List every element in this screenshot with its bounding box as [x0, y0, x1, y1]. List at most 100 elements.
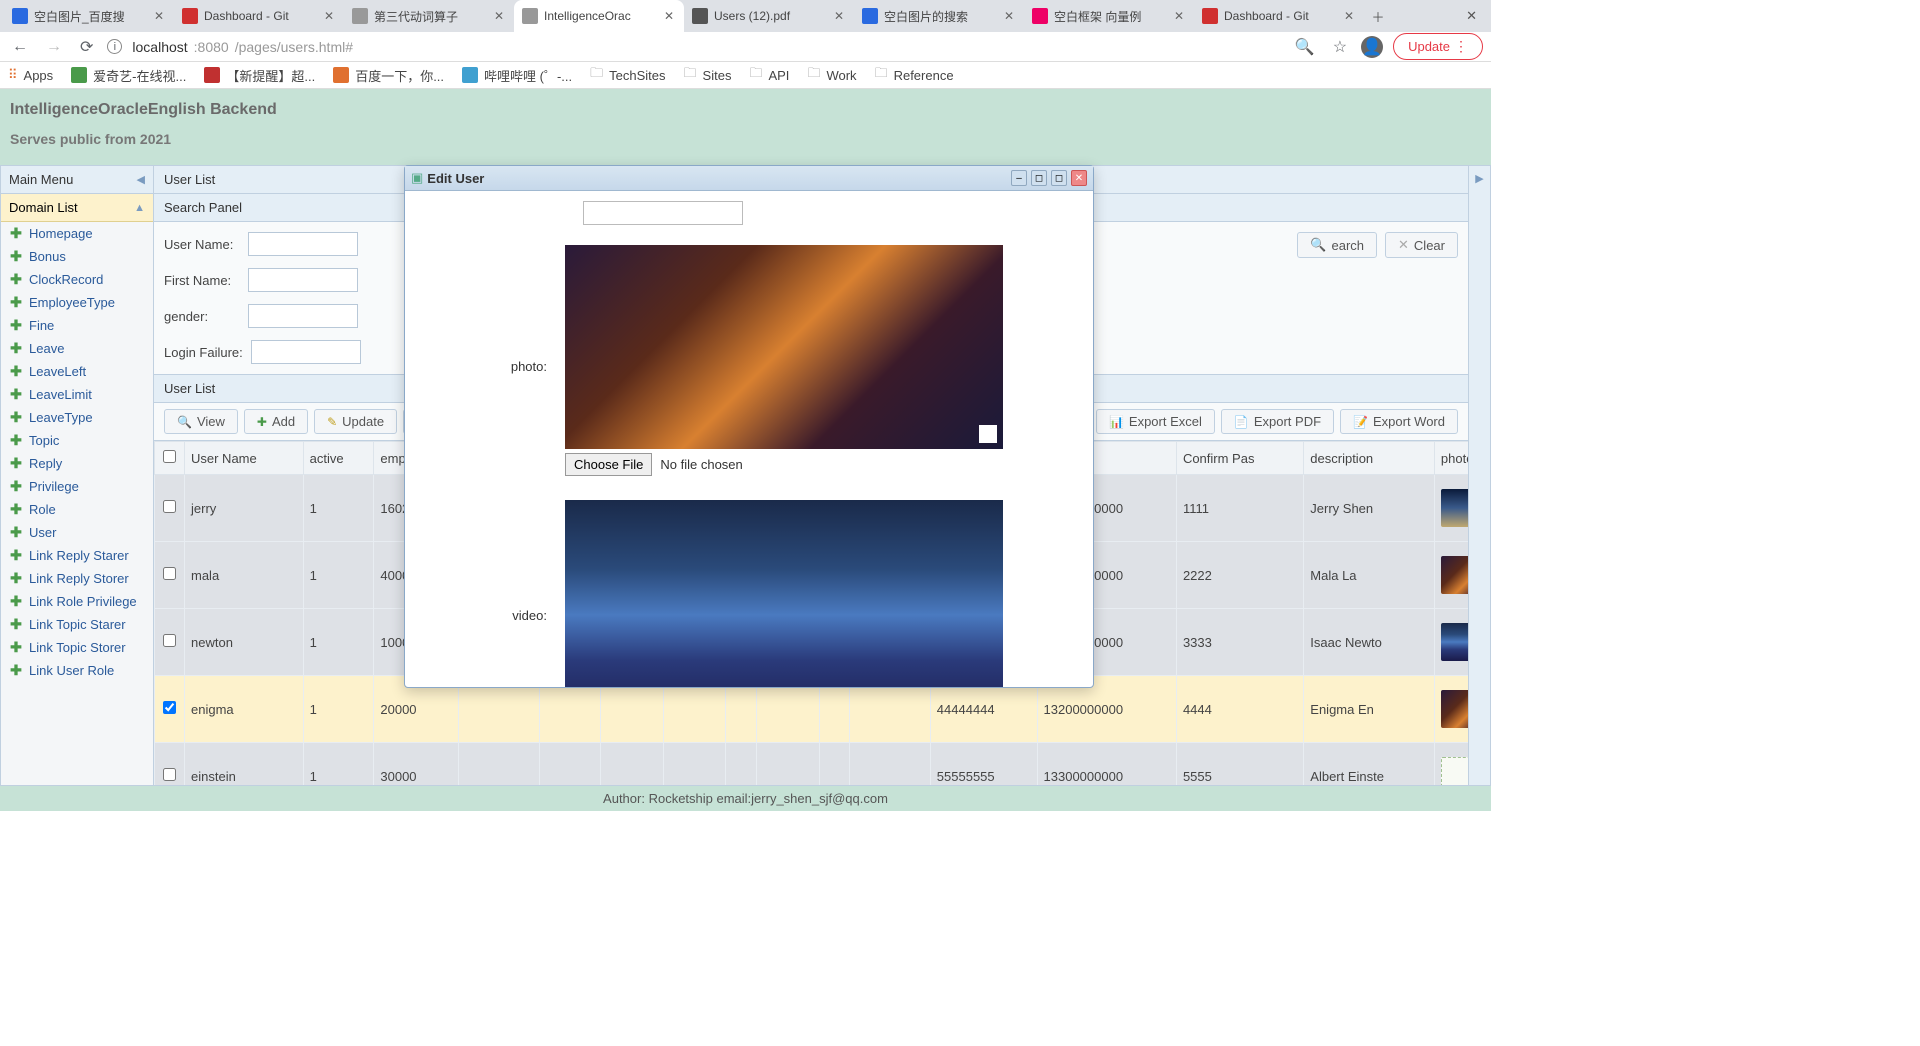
bookmark-folder[interactable]: 🗀Reference — [875, 64, 954, 86]
search-button[interactable]: 🔍earch — [1297, 232, 1377, 258]
text-input[interactable] — [583, 201, 743, 225]
column-header[interactable]: Confirm Pas — [1176, 442, 1303, 475]
sidebar-item[interactable]: ✚Link Topic Storer — [1, 636, 153, 659]
close-icon[interactable]: ✕ — [1172, 9, 1186, 23]
tab-6[interactable]: 空白框架 向量例✕ — [1024, 0, 1194, 32]
export-pdf-button[interactable]: 📄Export PDF — [1221, 409, 1334, 434]
close-icon[interactable]: ✕ — [322, 9, 336, 23]
restore-button[interactable]: ◻ — [1031, 170, 1047, 186]
apps-button[interactable]: ⠿Apps — [8, 67, 53, 83]
forward-icon[interactable]: → — [42, 34, 66, 60]
sidebar-item[interactable]: ✚Link Role Privilege — [1, 590, 153, 613]
sidebar-item[interactable]: ✚Role — [1, 498, 153, 521]
row-checkbox[interactable] — [163, 768, 176, 781]
bookmark-folder[interactable]: 🗀API — [749, 64, 789, 86]
modal-body[interactable]: photo: Choose File No file chosen video: — [405, 191, 1093, 687]
window-close-icon[interactable]: ✕ — [1456, 8, 1487, 24]
bookmark-item[interactable]: 爱奇艺-在线视... — [71, 66, 186, 85]
sidebar-item[interactable]: ✚Link Reply Storer — [1, 567, 153, 590]
close-button[interactable]: ✕ — [1071, 170, 1087, 186]
sidebar-item[interactable]: ✚Link User Role — [1, 659, 153, 682]
sidebar-item[interactable]: ✚Topic — [1, 429, 153, 452]
sidebar-item[interactable]: ✚Privilege — [1, 475, 153, 498]
sidebar-item[interactable]: ✚Reply — [1, 452, 153, 475]
column-header[interactable]: User Name — [185, 442, 304, 475]
bookmark-item[interactable]: 百度一下，你... — [333, 66, 444, 85]
sidebar-item[interactable]: ✚LeaveLeft — [1, 360, 153, 383]
plus-icon: ✚ — [9, 662, 23, 679]
sidebar-item[interactable]: ✚User — [1, 521, 153, 544]
sidebar-item[interactable]: ✚Homepage — [1, 222, 153, 245]
new-tab-button[interactable]: ＋ — [1364, 7, 1392, 26]
sidebar-item[interactable]: ✚Link Reply Starer — [1, 544, 153, 567]
tab-7[interactable]: Dashboard - Git✕ — [1194, 0, 1364, 32]
sidebar-item[interactable]: ✚ClockRecord — [1, 268, 153, 291]
column-header[interactable]: description — [1304, 442, 1435, 475]
update-button[interactable]: ✎Update — [314, 409, 397, 434]
bookmark-folder[interactable]: 🗀TechSites — [590, 64, 665, 86]
view-button[interactable]: 🔍View — [164, 409, 238, 434]
column-header[interactable]: photo — [1434, 442, 1468, 475]
tab-3[interactable]: IntelligenceOrac✕ — [514, 0, 684, 32]
main-menu-header[interactable]: Main Menu ◀ — [1, 166, 153, 194]
sidebar-item[interactable]: ✚Bonus — [1, 245, 153, 268]
reload-icon[interactable]: ⟳ — [76, 33, 97, 61]
sidebar-item[interactable]: ✚Leave — [1, 337, 153, 360]
gender-input[interactable] — [248, 304, 358, 328]
bookmark-folder[interactable]: 🗀Sites — [684, 64, 732, 86]
sidebar-item[interactable]: ✚Fine — [1, 314, 153, 337]
update-button[interactable]: Update⋮ — [1393, 33, 1483, 60]
modal-header[interactable]: ▣ Edit User – ◻ ◻ ✕ — [405, 166, 1093, 191]
select-all-header[interactable] — [155, 442, 185, 475]
tab-1[interactable]: Dashboard - Git✕ — [174, 0, 344, 32]
user-name-input[interactable] — [248, 232, 358, 256]
info-icon[interactable]: i — [107, 39, 122, 54]
bookmark-item[interactable]: 【新提醒】超... — [204, 66, 315, 85]
maximize-button[interactable]: ◻ — [1051, 170, 1067, 186]
close-icon[interactable]: ✕ — [1342, 9, 1356, 23]
table-row[interactable]: einstein13000055555555133000000005555Alb… — [155, 743, 1469, 786]
star-icon[interactable]: ☆ — [1329, 33, 1351, 61]
row-checkbox[interactable] — [163, 500, 176, 513]
close-icon[interactable]: ✕ — [1002, 9, 1016, 23]
cell-active: 1 — [303, 676, 374, 743]
login-failure-input[interactable] — [251, 340, 361, 364]
collapse-icon[interactable]: ◀ — [137, 173, 145, 186]
tab-5[interactable]: 空白图片的搜索✕ — [854, 0, 1024, 32]
search-icon[interactable]: 🔍 — [1291, 33, 1319, 61]
choose-file-button[interactable]: Choose File — [565, 453, 652, 476]
expand-icon[interactable]: ▶ — [1475, 172, 1483, 185]
profile-icon[interactable]: 👤 — [1361, 36, 1383, 58]
add-button[interactable]: ✚Add — [244, 409, 308, 434]
url-input[interactable]: localhost:8080/pages/users.html# — [132, 39, 1280, 55]
row-checkbox[interactable] — [163, 701, 176, 714]
export-excel-button[interactable]: 📊Export Excel — [1096, 409, 1215, 434]
row-checkbox[interactable] — [163, 634, 176, 647]
close-icon[interactable]: ✕ — [492, 9, 506, 23]
photo-thumb — [1441, 757, 1468, 785]
sidebar-item[interactable]: ✚Link Topic Starer — [1, 613, 153, 636]
select-all-checkbox[interactable] — [163, 450, 176, 463]
back-icon[interactable]: ← — [8, 34, 32, 60]
clear-button[interactable]: ✕Clear — [1385, 232, 1458, 258]
export-word-button[interactable]: 📝Export Word — [1340, 409, 1458, 434]
sidebar-right[interactable]: ▶ — [1469, 165, 1491, 786]
tab-2[interactable]: 第三代动词算子✕ — [344, 0, 514, 32]
sidebar-item[interactable]: ✚LeaveType — [1, 406, 153, 429]
sidebar-item[interactable]: ✚LeaveLimit — [1, 383, 153, 406]
close-icon[interactable]: ✕ — [662, 9, 676, 23]
chevron-up-icon[interactable]: ▲ — [134, 202, 145, 214]
tab-4[interactable]: Users (12).pdf✕ — [684, 0, 854, 32]
row-checkbox[interactable] — [163, 567, 176, 580]
photo-thumb — [1441, 489, 1468, 527]
bookmark-folder[interactable]: 🗀Work — [807, 64, 856, 86]
minimize-button[interactable]: – — [1011, 170, 1027, 186]
first-name-input[interactable] — [248, 268, 358, 292]
tab-0[interactable]: 空白图片_百度搜✕ — [4, 0, 174, 32]
close-icon[interactable]: ✕ — [152, 9, 166, 23]
domain-list-header[interactable]: Domain List ▲ — [1, 194, 153, 222]
close-icon[interactable]: ✕ — [832, 9, 846, 23]
sidebar-item[interactable]: ✚EmployeeType — [1, 291, 153, 314]
bookmark-item[interactable]: 哔哩哔哩 (゜-... — [462, 66, 572, 85]
column-header[interactable]: active — [303, 442, 374, 475]
